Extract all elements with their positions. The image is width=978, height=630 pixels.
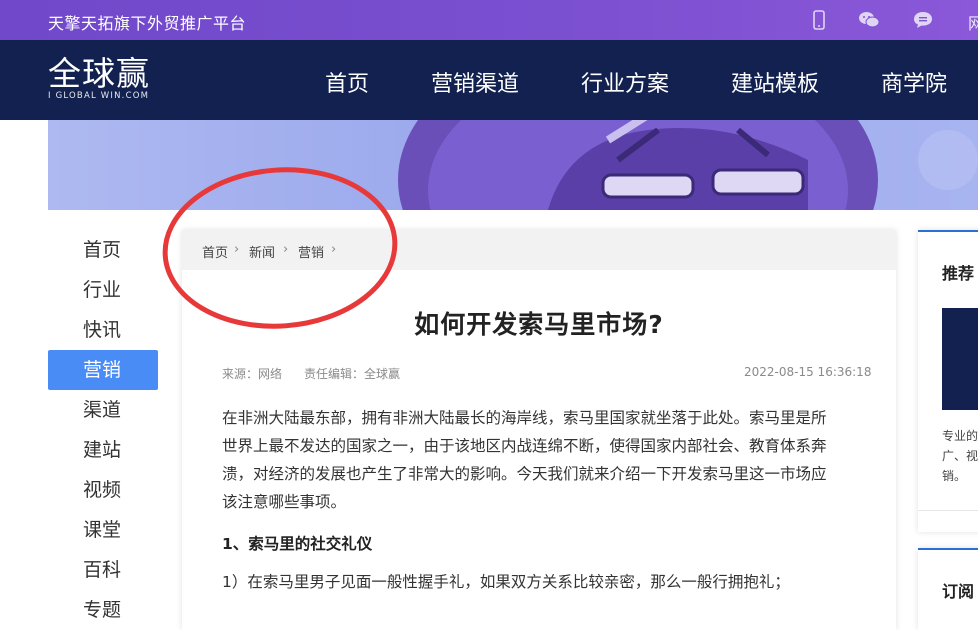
article-paragraph: 在非洲大陆最东部，拥有非洲大陆最长的海岸线，索马里国家就坐落于此处。索马里是所 … <box>222 404 862 516</box>
nav-business-school[interactable]: 商学院 <box>881 66 947 98</box>
chevron-right-icon: › <box>283 242 289 257</box>
top-bar: 天擎天拓旗下外贸推广平台 网 <box>0 0 978 40</box>
menu-item-topics[interactable]: 专题 <box>48 590 158 630</box>
phone-icon[interactable] <box>808 10 830 30</box>
chevron-right-icon: › <box>331 242 337 257</box>
chat-icon[interactable] <box>912 10 934 30</box>
menu-item-channels[interactable]: 渠道 <box>48 390 158 430</box>
recommend-text-line: 销。 <box>942 469 967 483</box>
paragraph-line: 世界上最不发达的国家之一，由于该地区内战连绵不断，使得国家内部社会、教育体系奔 <box>222 437 827 455</box>
menu-item-video[interactable]: 视频 <box>48 470 158 510</box>
chevron-right-icon: › <box>234 242 240 257</box>
recommend-text-line: 专业的 <box>942 429 978 443</box>
main-header: 全球赢 I GLOBAL WIN.COM 首页 营销渠道 行业方案 建站模板 商… <box>0 40 978 120</box>
paragraph-line: 在非洲大陆最东部，拥有非洲大陆最长的海岸线，索马里国家就坐落于此处。索马里是所 <box>222 409 827 427</box>
menu-item-encyclopedia[interactable]: 百科 <box>48 550 158 590</box>
menu-item-industry[interactable]: 行业 <box>48 270 158 310</box>
menu-item-home[interactable]: 首页 <box>48 230 158 270</box>
subscribe-panel: 订阅 <box>918 548 978 630</box>
breadcrumb-marketing[interactable]: 营销 <box>298 242 324 261</box>
nav-home[interactable]: 首页 <box>325 66 369 98</box>
top-slogan: 天擎天拓旗下外贸推广平台 <box>48 14 247 33</box>
menu-item-news-flash[interactable]: 快讯 <box>48 310 158 350</box>
menu-item-marketing[interactable]: 营销 <box>48 350 158 390</box>
logo-name: 全球赢 <box>48 54 150 93</box>
banner-illustration <box>48 120 978 210</box>
nav-industry-solutions[interactable]: 行业方案 <box>581 66 669 98</box>
paragraph-line: 溃，对经济的发展也产生了非常大的影响。今天我们就来介绍一下开发索马里这一市场应 <box>222 465 827 483</box>
nav-marketing-channels[interactable]: 营销渠道 <box>431 66 519 98</box>
article-title: 如何开发索马里市场? <box>414 310 664 339</box>
paragraph-line: 该注意哪些事项。 <box>222 493 347 511</box>
menu-item-site-building[interactable]: 建站 <box>48 430 158 470</box>
breadcrumb-home[interactable]: 首页 <box>202 242 228 261</box>
divider <box>918 510 978 511</box>
recommend-image[interactable] <box>942 308 978 410</box>
nav-site-templates[interactable]: 建站模板 <box>731 66 819 98</box>
article-paragraph-2: 1）在索马里男子见面一般性握手礼，如果双方关系比较亲密，那么一般行拥抱礼； <box>222 573 790 591</box>
article-datetime: 2022-08-15 16:36:18 <box>744 365 872 379</box>
recommend-title: 推荐 <box>942 264 975 283</box>
hero-banner <box>48 120 978 210</box>
menu-item-classroom[interactable]: 课堂 <box>48 510 158 550</box>
top-more-text[interactable]: 网 <box>968 10 978 34</box>
section-heading: 1、索马里的社交礼仪 <box>222 535 373 553</box>
article-editor: 责任编辑：全球赢 <box>304 367 401 381</box>
article-card: 首页 › 新闻 › 营销 › 如何开发索马里市场? 来源：网络 责任编辑：全球赢… <box>182 230 896 630</box>
logo-subtitle: I GLOBAL WIN.COM <box>48 91 150 101</box>
article-source: 来源：网络 <box>222 367 283 381</box>
subscribe-title: 订阅 <box>942 582 975 601</box>
wechat-icon[interactable] <box>858 10 880 30</box>
recommend-text-line: 广、视 <box>942 449 978 463</box>
recommend-panel: 推荐 专业的 广、视 销。 <box>918 230 978 532</box>
site-logo[interactable]: 全球赢 I GLOBAL WIN.COM <box>48 54 150 102</box>
recommend-text[interactable]: 专业的 广、视 销。 <box>942 426 978 486</box>
breadcrumb-news[interactable]: 新闻 <box>249 242 275 261</box>
breadcrumb: 首页 › 新闻 › 营销 › <box>182 230 896 270</box>
